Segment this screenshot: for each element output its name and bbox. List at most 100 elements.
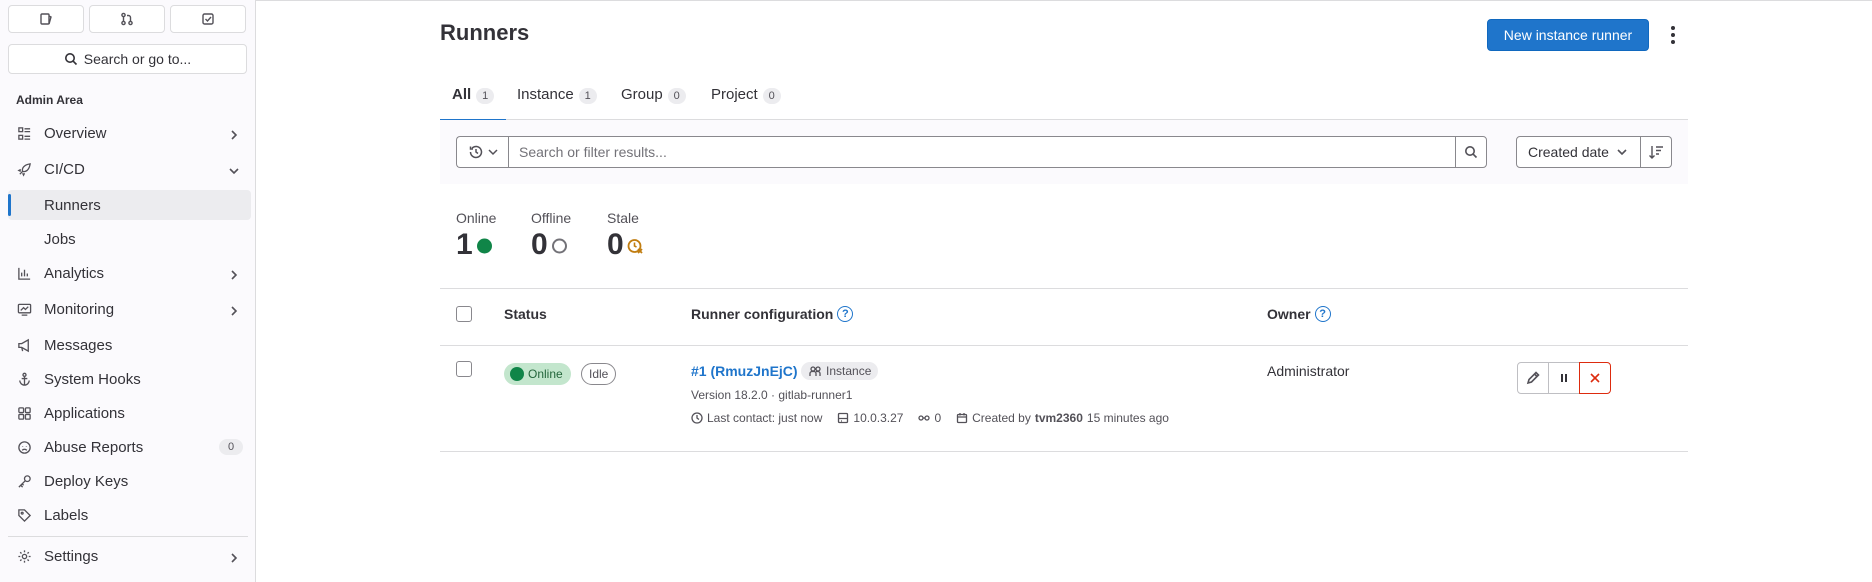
- created-by-prefix: Created by: [972, 411, 1031, 425]
- column-header-status: Status: [504, 306, 547, 322]
- filter-search-button[interactable]: [1455, 136, 1487, 168]
- sidebar-item-label: Labels: [44, 506, 89, 524]
- pause-icon: [1561, 374, 1567, 382]
- column-header-label: Runner configuration: [691, 306, 834, 322]
- runner-name-link[interactable]: #1 (RmuzJnEjC): [691, 363, 798, 379]
- stale-clock-icon: [627, 238, 643, 254]
- sidebar-item-jobs[interactable]: Jobs: [8, 224, 251, 254]
- label-icon: [16, 507, 32, 523]
- history-icon: [469, 145, 482, 159]
- sidebar-item-label: Settings: [44, 547, 99, 565]
- sort-descending-icon: [1649, 146, 1663, 159]
- tab-label: Instance: [517, 86, 574, 103]
- pipeline-icon: [918, 415, 931, 421]
- status-badge-idle: Idle: [581, 363, 617, 385]
- chevron-right-icon: [229, 303, 239, 316]
- chevron-right-icon: [229, 550, 239, 563]
- anchor-icon: [16, 371, 32, 387]
- sidebar-item-label: Messages: [44, 336, 113, 354]
- sidebar-item-messages[interactable]: Messages: [8, 330, 251, 360]
- status-label: Online: [528, 367, 563, 381]
- last-contact: Last contact: just now: [707, 411, 823, 425]
- edit-runner-button[interactable]: [1517, 362, 1549, 394]
- applications-icon: [16, 405, 32, 421]
- sidebar-item-deploy-keys[interactable]: Deploy Keys: [8, 466, 251, 496]
- merge-request-icon[interactable]: [89, 5, 165, 33]
- select-all-checkbox[interactable]: [456, 306, 472, 322]
- runner-meta: Last contact: just now 10.0.3.27 0 Creat…: [691, 411, 1184, 425]
- calendar-icon: [956, 413, 968, 424]
- sidebar-item-label: CI/CD: [44, 160, 85, 178]
- sidebar-item-monitoring[interactable]: Monitoring: [8, 294, 251, 324]
- column-header-owner: Owner ?: [1267, 306, 1331, 322]
- table-row: Online Idle #1 (RmuzJnEjC) Instance Vers…: [440, 346, 1688, 452]
- chart-icon: [16, 265, 32, 281]
- row-checkbox[interactable]: [456, 361, 472, 377]
- search-history-button[interactable]: [456, 136, 508, 168]
- created-ago: 15 minutes ago: [1086, 411, 1169, 425]
- tab-project[interactable]: Project 0: [711, 86, 781, 120]
- online-dot-icon: [510, 367, 524, 381]
- sidebar-section-title: Admin Area: [16, 93, 83, 107]
- question-icon[interactable]: ?: [837, 306, 854, 322]
- delete-runner-button[interactable]: [1579, 362, 1611, 394]
- monitor-icon: [16, 301, 32, 317]
- new-instance-runner-button[interactable]: New instance runner: [1487, 19, 1649, 51]
- abuse-icon: [16, 439, 32, 455]
- search-button[interactable]: Search or go to...: [8, 44, 247, 74]
- tab-instance[interactable]: Instance 1: [517, 86, 597, 120]
- tab-group[interactable]: Group 0: [621, 86, 686, 120]
- created-by-user[interactable]: tvm2360: [1035, 411, 1083, 425]
- column-header-label: Owner: [1267, 306, 1311, 322]
- ip-address-icon: [838, 412, 849, 424]
- sort-dropdown[interactable]: Created date: [1516, 136, 1641, 168]
- filter-search-input[interactable]: Search or filter results...: [508, 136, 1456, 168]
- stat-stale: Stale 0: [607, 210, 644, 261]
- tab-all[interactable]: All 1: [439, 86, 507, 121]
- sidebar-item-system-hooks[interactable]: System Hooks: [8, 364, 251, 394]
- question-icon[interactable]: ?: [1314, 306, 1331, 322]
- stat-label: Stale: [607, 210, 639, 226]
- more-actions-icon[interactable]: [1665, 22, 1681, 48]
- sidebar-item-applications[interactable]: Applications: [8, 398, 251, 428]
- tab-label: Project: [711, 86, 758, 103]
- ip-address: 10.0.3.27: [853, 411, 904, 425]
- sort-direction-button[interactable]: [1641, 136, 1672, 168]
- gear-icon: [16, 548, 32, 564]
- chevron-down-icon: [1617, 149, 1627, 156]
- todo-icon[interactable]: [170, 5, 246, 33]
- pencil-icon: [1526, 371, 1540, 385]
- stat-value: 0: [531, 228, 548, 261]
- online-dot-icon: [476, 238, 492, 253]
- stat-value: 1: [456, 228, 473, 261]
- sidebar-item-analytics[interactable]: Analytics: [8, 258, 251, 288]
- top-border: [256, 0, 1872, 3]
- sidebar-item-labels[interactable]: Labels: [8, 500, 251, 530]
- sidebar-item-cicd[interactable]: CI/CD: [8, 154, 251, 184]
- runner-owner[interactable]: Administrator: [1267, 363, 1349, 379]
- filter-bar: Search or filter results... Created date: [440, 120, 1688, 184]
- sidebar-item-label: System Hooks: [44, 370, 141, 388]
- users-icon: [809, 365, 821, 376]
- stat-label: Online: [456, 210, 497, 226]
- close-icon: [1590, 373, 1600, 383]
- pause-runner-button[interactable]: [1548, 362, 1580, 394]
- tab-label: All: [452, 86, 472, 103]
- sidebar: Search or go to... Admin Area Overview C…: [0, 0, 256, 582]
- clock-icon: [691, 412, 703, 424]
- jobs-count: 0: [934, 411, 942, 425]
- sidebar-item-label: Jobs: [44, 230, 76, 248]
- page-title: Runners: [440, 20, 530, 45]
- sidebar-item-settings[interactable]: Settings: [8, 541, 251, 571]
- chevron-right-icon: [229, 267, 239, 280]
- sidebar-item-label: Applications: [44, 404, 125, 422]
- issues-icon[interactable]: [8, 5, 84, 33]
- sidebar-item-runners[interactable]: Runners: [8, 190, 251, 220]
- runner-version: Version 18.2.0 · gitlab-runner1: [691, 388, 853, 402]
- sidebar-item-overview[interactable]: Overview: [8, 118, 251, 148]
- sidebar-top-icons: [8, 5, 246, 33]
- sidebar-item-label: Runners: [44, 196, 101, 214]
- stat-label: Offline: [531, 210, 572, 226]
- search-button-label: Search or go to...: [83, 51, 192, 67]
- sidebar-item-abuse-reports[interactable]: Abuse Reports 0: [8, 432, 251, 462]
